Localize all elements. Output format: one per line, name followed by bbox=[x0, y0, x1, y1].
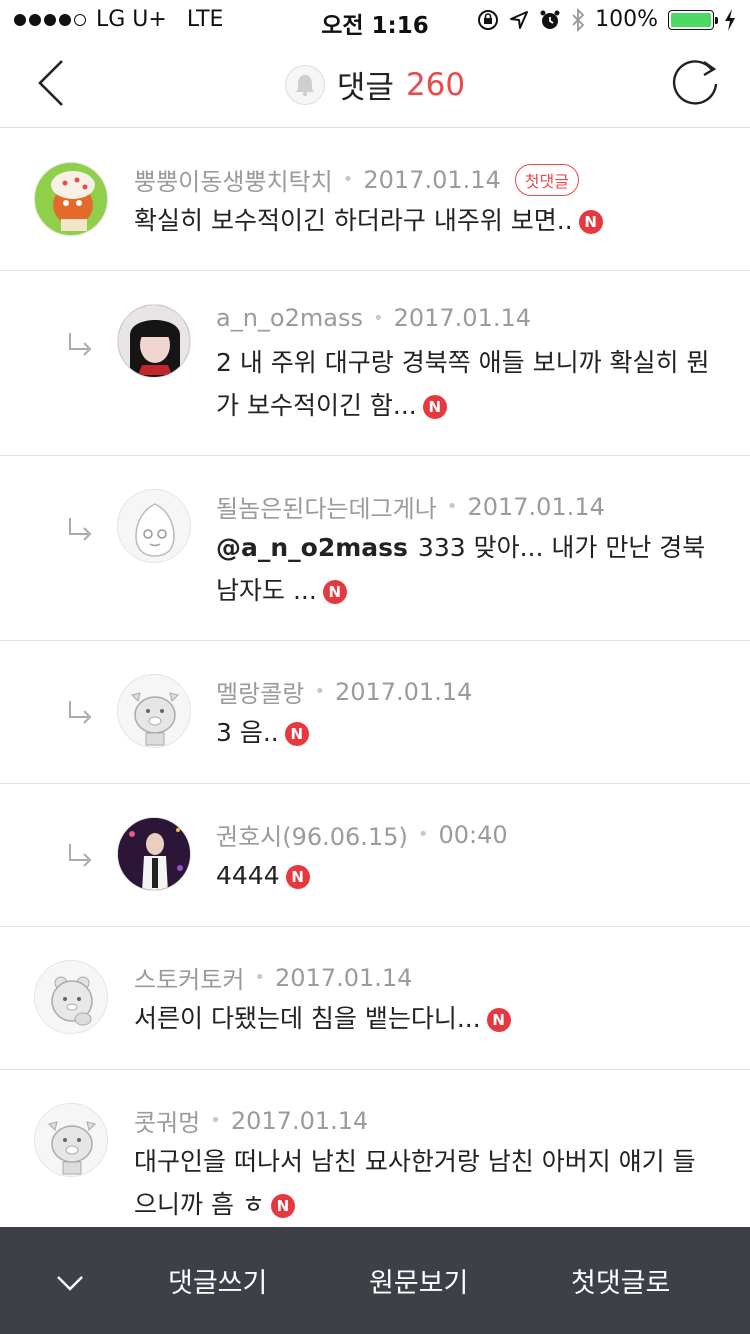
avatar[interactable] bbox=[117, 817, 191, 891]
title-text: 댓글 bbox=[336, 70, 394, 106]
write-comment-button[interactable]: 댓글쓰기 bbox=[168, 1261, 267, 1300]
comment-item[interactable]: 될놈은된다는데그게나 • 2017.01.14 @a_n_o2mass 333 맞… bbox=[0, 456, 750, 641]
avatar[interactable] bbox=[34, 1103, 108, 1177]
comment-meta: a_n_o2mass • 2017.01.14 bbox=[216, 304, 532, 332]
comment-meta: 콧궈멍 • 2017.01.14 bbox=[134, 1103, 368, 1138]
refresh-button[interactable] bbox=[670, 58, 722, 110]
comment-item[interactable]: 멜랑콜랑 • 2017.01.14 3 음.. N bbox=[0, 641, 750, 784]
comment-date: 2017.01.14 bbox=[363, 165, 501, 194]
comment-body: 3 음.. bbox=[216, 718, 279, 747]
comment-item[interactable]: 뿡뿡이동생뿡치탁치 • 2017.01.14 첫댓글 확실히 보수적이긴 하더라… bbox=[0, 129, 750, 271]
comment-meta: 멜랑콜랑 • 2017.01.14 bbox=[216, 674, 472, 709]
page-title: 댓글 260 bbox=[0, 62, 750, 107]
go-to-first-comment-button[interactable]: 첫댓글로 bbox=[571, 1261, 670, 1300]
comment-date: 2017.01.14 bbox=[275, 963, 413, 992]
new-badge-icon: N bbox=[578, 210, 603, 234]
bell-icon bbox=[295, 74, 314, 96]
comment-count: 260 bbox=[405, 66, 466, 103]
comment-text[interactable]: 2 내 주위 대구랑 경북쪽 애들 보니까 확실히 뭔가 보수적이긴 함... N bbox=[216, 341, 716, 427]
reply-arrow-icon bbox=[69, 333, 92, 356]
comment-body: 2 내 주위 대구랑 경북쪽 애들 보니까 확실히 뭔가 보수적이긴 함... bbox=[216, 348, 710, 420]
collapse-button[interactable] bbox=[52, 1265, 88, 1301]
comment-author[interactable]: 스토커토커 bbox=[134, 960, 244, 995]
status-right: 100% bbox=[477, 7, 736, 32]
comment-meta: 스토커토커 • 2017.01.14 bbox=[134, 960, 412, 995]
comment-body: 서른이 다됐는데 침을 뱉는다니... bbox=[134, 1004, 481, 1033]
avatar[interactable] bbox=[34, 162, 108, 236]
new-badge-icon: N bbox=[322, 580, 347, 604]
comment-body: 4444 bbox=[216, 861, 280, 890]
battery-icon bbox=[668, 9, 718, 30]
comment-text[interactable]: 4444 N bbox=[216, 854, 716, 897]
avatar[interactable] bbox=[117, 674, 191, 748]
comment-date: 00:40 bbox=[438, 820, 508, 849]
rotation-lock-icon bbox=[478, 9, 499, 30]
new-badge-icon: N bbox=[270, 1194, 295, 1218]
comment-date: 2017.01.14 bbox=[230, 1106, 369, 1135]
mention-link[interactable]: @a_n_o2mass bbox=[216, 533, 408, 562]
comment-text[interactable]: 서른이 다됐는데 침을 뱉는다니... N bbox=[134, 997, 714, 1040]
bottom-toolbar: 댓글쓰기 원문보기 첫댓글로 bbox=[0, 1227, 750, 1334]
comment-author[interactable]: 될놈은된다는데그게나 bbox=[216, 489, 437, 524]
comment-text[interactable]: 확실히 보수적이긴 하더라구 내주위 보면.. N bbox=[134, 199, 714, 242]
view-original-button[interactable]: 원문보기 bbox=[369, 1261, 468, 1300]
comment-author[interactable]: 콧궈멍 bbox=[134, 1103, 200, 1138]
reply-arrow-icon bbox=[69, 518, 92, 541]
avatar[interactable] bbox=[117, 489, 191, 563]
comment-meta: 권호시(96.06.15) • 00:40 bbox=[216, 817, 508, 852]
new-badge-icon: N bbox=[285, 865, 310, 889]
first-comment-badge: 첫댓글 bbox=[514, 163, 579, 196]
avatar[interactable] bbox=[34, 960, 108, 1034]
chevron-down-icon bbox=[57, 1276, 83, 1291]
comment-body: 대구인을 떠나서 남친 묘사한거랑 남친 아버지 얘기 들으니까 흠 ㅎ bbox=[134, 1147, 696, 1219]
bell-button[interactable] bbox=[284, 64, 325, 105]
reply-arrow-icon bbox=[69, 701, 92, 724]
comment-body: 확실히 보수적이긴 하더라구 내주위 보면.. bbox=[134, 206, 573, 235]
bluetooth-icon bbox=[572, 7, 585, 32]
comment-meta: 뿡뿡이동생뿡치탁치 • 2017.01.14 첫댓글 bbox=[134, 162, 579, 197]
comment-text[interactable]: 3 음.. N bbox=[216, 711, 716, 754]
battery-percent: 100% bbox=[595, 7, 658, 32]
status-bar: LG U+ LTE 오전 1:16 100% bbox=[0, 0, 750, 40]
comment-item[interactable]: 스토커토커 • 2017.01.14 서른이 다됐는데 침을 뱉는다니... N bbox=[0, 927, 750, 1070]
comment-author[interactable]: a_n_o2mass bbox=[216, 304, 363, 332]
alarm-icon bbox=[540, 10, 560, 29]
location-icon bbox=[510, 10, 529, 29]
comment-item[interactable]: a_n_o2mass • 2017.01.14 2 내 주위 대구랑 경북쪽 애… bbox=[0, 271, 750, 456]
comment-author[interactable]: 뿡뿡이동생뿡치탁치 bbox=[134, 162, 333, 197]
comment-author[interactable]: 멜랑콜랑 bbox=[216, 674, 304, 709]
comment-text[interactable]: @a_n_o2mass 333 맞아... 내가 만난 경북 남자도 ... N bbox=[216, 526, 716, 612]
comment-date: 2017.01.14 bbox=[467, 492, 605, 521]
new-badge-icon: N bbox=[284, 722, 309, 746]
charging-bolt-icon bbox=[725, 8, 735, 31]
refresh-icon bbox=[672, 60, 718, 105]
comment-date: 2017.01.14 bbox=[393, 304, 532, 332]
comment-author[interactable]: 권호시(96.06.15) bbox=[216, 817, 408, 852]
new-badge-icon: N bbox=[422, 395, 447, 419]
comment-date: 2017.01.14 bbox=[334, 677, 473, 706]
comment-item[interactable]: 권호시(96.06.15) • 00:40 4444 N bbox=[0, 784, 750, 927]
avatar[interactable] bbox=[117, 304, 191, 378]
reply-arrow-icon bbox=[69, 844, 92, 867]
new-badge-icon: N bbox=[486, 1008, 511, 1032]
nav-bar: 댓글 260 bbox=[0, 40, 750, 128]
comment-text[interactable]: 대구인을 떠나서 남친 묘사한거랑 남친 아버지 얘기 들으니까 흠 ㅎN bbox=[134, 1140, 714, 1226]
comment-list: 뿡뿡이동생뿡치탁치 • 2017.01.14 첫댓글 확실히 보수적이긴 하더라… bbox=[0, 129, 750, 1255]
comment-meta: 될놈은된다는데그게나 • 2017.01.14 bbox=[216, 489, 605, 524]
